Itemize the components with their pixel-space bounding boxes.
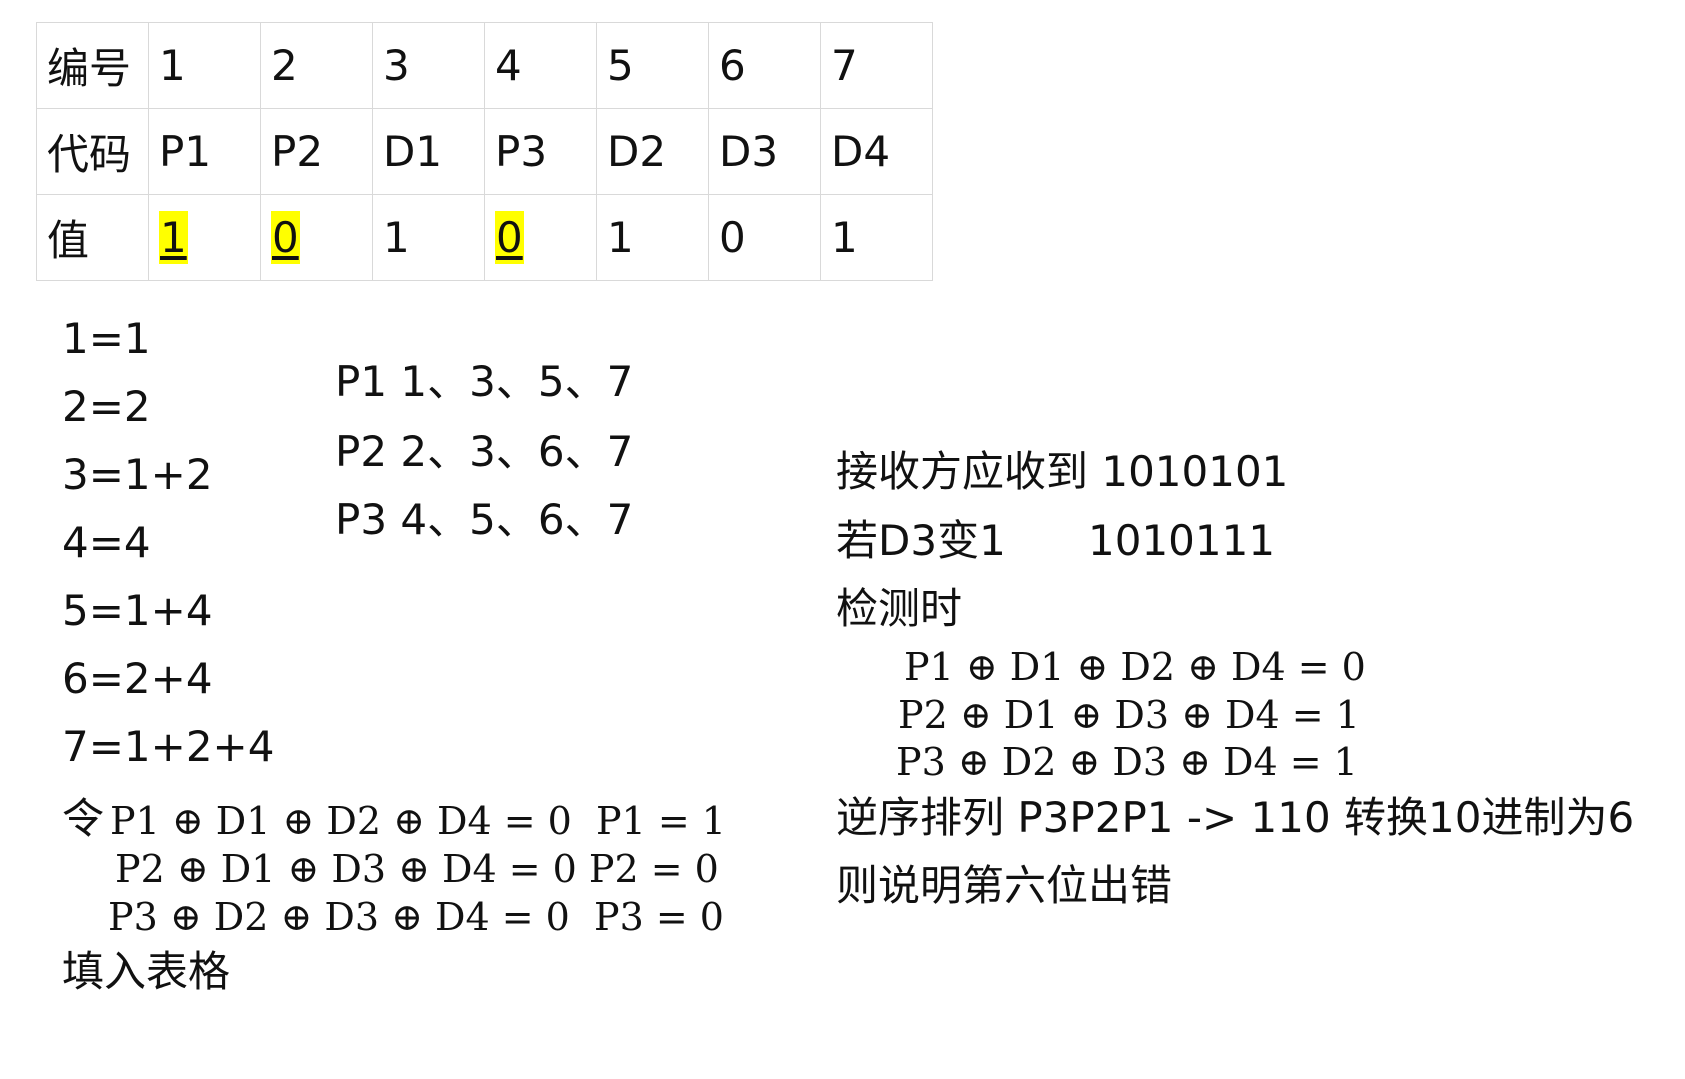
position-line: 1=1 [62, 314, 151, 363]
row-header: 编号 [36, 22, 149, 109]
hamming-table: 编号 1 2 3 4 5 6 7 代码 P1 P2 D1 P3 D2 D3 D4 值 1 0 1 0 1 0 1 [36, 22, 933, 281]
table-cell: 3 [372, 22, 485, 109]
parity-coverage: P3 4、5、6、7 [335, 495, 634, 544]
table-body: 编号 1 2 3 4 5 6 7 代码 P1 P2 D1 P3 D2 D3 D4 值 1 0 1 0 1 0 1 [36, 22, 933, 281]
table-cell: 1 [148, 22, 261, 109]
table-row: 代码 P1 P2 D1 P3 D2 D3 D4 [36, 108, 933, 195]
position-line: 3=1+2 [62, 450, 213, 499]
fill-note: 填入表格 [62, 947, 231, 996]
table-cell: 2 [260, 22, 373, 109]
equation-line: P1 ⊕ D1 ⊕ D2 ⊕ D4 = 0 P1 = 1 [110, 799, 726, 843]
table-cell: D2 [596, 108, 709, 195]
table-row: 值1010101 [36, 194, 933, 281]
reverse-order: 逆序排列 P3P2P1 -> 110 转换10进制为6 [836, 793, 1635, 842]
table-cell: 4 [484, 22, 597, 109]
check-line: P1 ⊕ D1 ⊕ D2 ⊕ D4 = 0 [904, 645, 1366, 689]
error-value: 1010111 [1088, 516, 1276, 565]
table-cell: 1 [148, 194, 261, 281]
position-line: 6=2+4 [62, 654, 213, 703]
table-cell: 0 [708, 194, 821, 281]
received-code: 接收方应收到 1010101 [836, 447, 1289, 496]
table-row: 编号 1 2 3 4 5 6 7 [36, 22, 933, 109]
table-cell: P3 [484, 108, 597, 195]
equation-line: P2 ⊕ D1 ⊕ D3 ⊕ D4 = 0 P2 = 0 [115, 847, 719, 891]
position-line: 7=1+2+4 [62, 722, 275, 771]
table-cell: P1 [148, 108, 261, 195]
highlighted-value: 0 [495, 211, 524, 264]
highlighted-value: 0 [271, 211, 300, 264]
conclusion: 则说明第六位出错 [836, 861, 1173, 910]
check-line: P2 ⊕ D1 ⊕ D3 ⊕ D4 = 1 [898, 693, 1360, 737]
check-label: 检测时 [836, 584, 963, 633]
table-cell: 1 [372, 194, 485, 281]
row-header: 值 [36, 194, 149, 281]
table-cell: D3 [708, 108, 821, 195]
table-cell: P2 [260, 108, 373, 195]
table-cell: 1 [596, 194, 709, 281]
table-cell: 0 [260, 194, 373, 281]
row-header: 代码 [36, 108, 149, 195]
equation-line: P3 ⊕ D2 ⊕ D3 ⊕ D4 = 0 P3 = 0 [108, 895, 724, 939]
table-cell: 1 [820, 194, 933, 281]
highlighted-value: 1 [159, 211, 188, 264]
error-label: 若D3变1 [836, 516, 1006, 565]
position-line: 4=4 [62, 518, 151, 567]
parity-coverage: P2 2、3、6、7 [335, 427, 634, 476]
table-cell: 6 [708, 22, 821, 109]
table-cell: D4 [820, 108, 933, 195]
position-line: 5=1+4 [62, 586, 213, 635]
parity-coverage: P1 1、3、5、7 [335, 357, 634, 406]
table-cell: D1 [372, 108, 485, 195]
table-cell: 7 [820, 22, 933, 109]
position-line: 2=2 [62, 382, 151, 431]
table-cell: 0 [484, 194, 597, 281]
equation-prefix: 令 [62, 794, 105, 843]
check-line: P3 ⊕ D2 ⊕ D3 ⊕ D4 = 1 [896, 740, 1358, 784]
table-cell: 5 [596, 22, 709, 109]
